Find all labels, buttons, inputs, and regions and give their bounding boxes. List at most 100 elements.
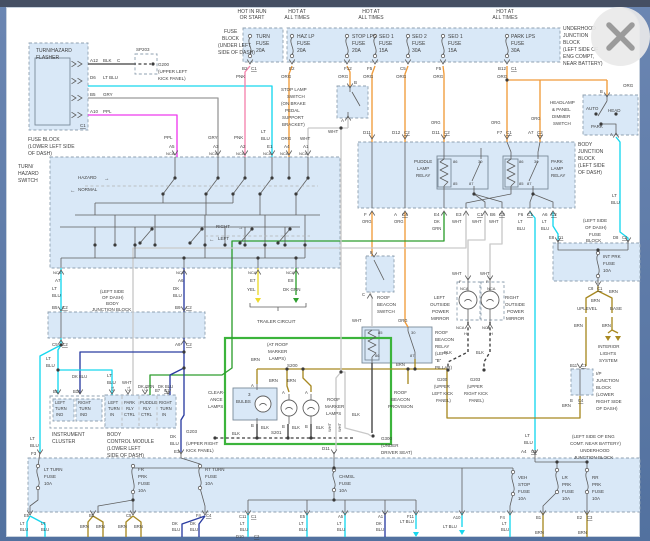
diagram-label: BLK xyxy=(103,58,112,63)
diagram-label: SWITCH xyxy=(287,94,305,99)
diagram-label: MIRROR xyxy=(506,316,525,321)
junction-dot xyxy=(332,498,335,501)
headlamp-dimmer-switch-box xyxy=(583,95,638,135)
diagram-label: RR xyxy=(592,475,599,480)
diagram-label: LT BLU xyxy=(443,524,457,529)
fuse-terminal xyxy=(406,54,409,57)
diagram-label: NCA xyxy=(236,151,245,156)
diagram-label: (UPPER xyxy=(434,384,450,389)
diagram-label: BLU xyxy=(172,527,180,532)
diagram-label: ← xyxy=(70,188,76,194)
diagram-label: C5 xyxy=(126,513,132,518)
junction-dot xyxy=(286,436,289,439)
diagram-label: HAZ LP xyxy=(297,34,315,40)
junction-dot xyxy=(256,256,259,259)
diagram-label: PRK xyxy=(138,474,147,479)
fuse-terminal xyxy=(131,464,134,467)
diagram-label: 85 xyxy=(453,181,458,186)
junction-dot xyxy=(153,243,156,246)
diagram-label: D6 xyxy=(90,75,96,80)
diagram-label: C1 xyxy=(251,514,257,519)
diagram-label: A4 xyxy=(521,449,527,454)
diagram-label: MIRROR xyxy=(431,316,450,321)
diagram-label: A1 xyxy=(303,144,309,149)
diagram-label: LT xyxy=(107,373,112,378)
diagram-label: C2 xyxy=(254,534,260,539)
diagram-label: ORG xyxy=(281,74,292,79)
flasher-inner-box xyxy=(35,58,70,125)
lamp-symbol xyxy=(255,396,271,412)
diagram-label: POWER xyxy=(432,309,450,314)
diagram-label: C1 xyxy=(511,66,517,71)
diagram-label: LT xyxy=(261,129,266,134)
diagram-label: ENG COMPT, xyxy=(563,54,594,60)
diagram-label: BASE xyxy=(610,306,622,311)
wire-gry xyxy=(88,98,218,157)
roof-beacon-relay-box xyxy=(362,327,432,363)
diagram-label: (UPPER xyxy=(467,384,483,389)
diagram-label: INTERIOR xyxy=(598,344,620,349)
diagram-label: G203 xyxy=(470,377,481,382)
diagram-label: 10A xyxy=(518,496,526,501)
diagram-label: A10 xyxy=(90,109,99,114)
diagram-label: E1 xyxy=(267,144,273,149)
diagram-label: E5 xyxy=(300,514,306,519)
junction-dot xyxy=(276,241,279,244)
diagram-label: PARK xyxy=(124,400,135,405)
diagram-label: H xyxy=(464,331,467,336)
lamp-symbol xyxy=(459,291,477,309)
diagram-label: LAMPS xyxy=(326,411,341,416)
junction-dot xyxy=(93,243,96,246)
junction-dot xyxy=(263,243,266,246)
junction-dot xyxy=(56,368,59,371)
diagram-label: PNK xyxy=(234,135,243,140)
diagram-label: C1 xyxy=(597,286,603,291)
junction-dot xyxy=(294,256,297,259)
diagram-label: C1 xyxy=(477,212,483,217)
diagram-label: E8 xyxy=(549,235,555,240)
diagram-label: A1 xyxy=(378,514,384,519)
wire-ltb xyxy=(530,212,535,450)
diagram-label: GRN xyxy=(432,226,441,231)
wire-org xyxy=(405,212,408,327)
diagram-label: OUTSIDE xyxy=(430,302,450,307)
diagram-label: BLU xyxy=(190,527,198,532)
diagram-label: A xyxy=(282,390,285,395)
diagram-label: E8 xyxy=(288,278,294,283)
diagram-label: C8 xyxy=(588,286,594,291)
diagram-label: B xyxy=(600,89,603,94)
diagram-label: BRN xyxy=(269,378,278,383)
arrow-terminal xyxy=(413,532,419,537)
diagram-label: B5 xyxy=(90,92,96,97)
diagram-label: 10A xyxy=(138,488,146,493)
diagram-label: B10 xyxy=(73,389,81,394)
diagram-label: PPL xyxy=(164,135,173,140)
diagram-label: IND xyxy=(80,412,87,417)
diagram-label: F xyxy=(459,279,462,284)
diagram-label: 30 xyxy=(478,159,483,164)
close-button[interactable] xyxy=(591,7,650,66)
diagram-label: PANEL) xyxy=(469,398,484,403)
diagram-label: LT xyxy=(41,521,46,526)
diagram-label: FUSE xyxy=(44,474,56,479)
junction-dot xyxy=(243,176,246,179)
diagram-label: RIGHT xyxy=(505,295,519,300)
diagram-label: BLOCK xyxy=(563,40,581,46)
diagram-label: BRN xyxy=(134,524,143,529)
diagram-label: ORG xyxy=(531,116,541,121)
diagram-label: F4 xyxy=(500,515,506,520)
arrow-terminal xyxy=(255,298,261,303)
diagram-label: BRACKET) xyxy=(282,122,305,127)
diagram-label: A5 xyxy=(169,144,175,149)
diagram-label: B1 xyxy=(536,515,542,520)
roof-beacon-switch-box xyxy=(366,256,394,292)
diagram-label: WHT xyxy=(300,136,310,141)
diagram-label: D11 xyxy=(322,446,330,451)
diagram-label: WHT xyxy=(472,219,482,224)
diagram-label: C2 xyxy=(499,212,505,217)
diagram-label: ROOF xyxy=(377,295,390,300)
diagram-label: A5 xyxy=(338,514,344,519)
diagram-label: (LEFT SIDE xyxy=(100,289,124,294)
diagram-label: C11 xyxy=(239,514,247,519)
diagram-label: B12 xyxy=(498,66,507,71)
